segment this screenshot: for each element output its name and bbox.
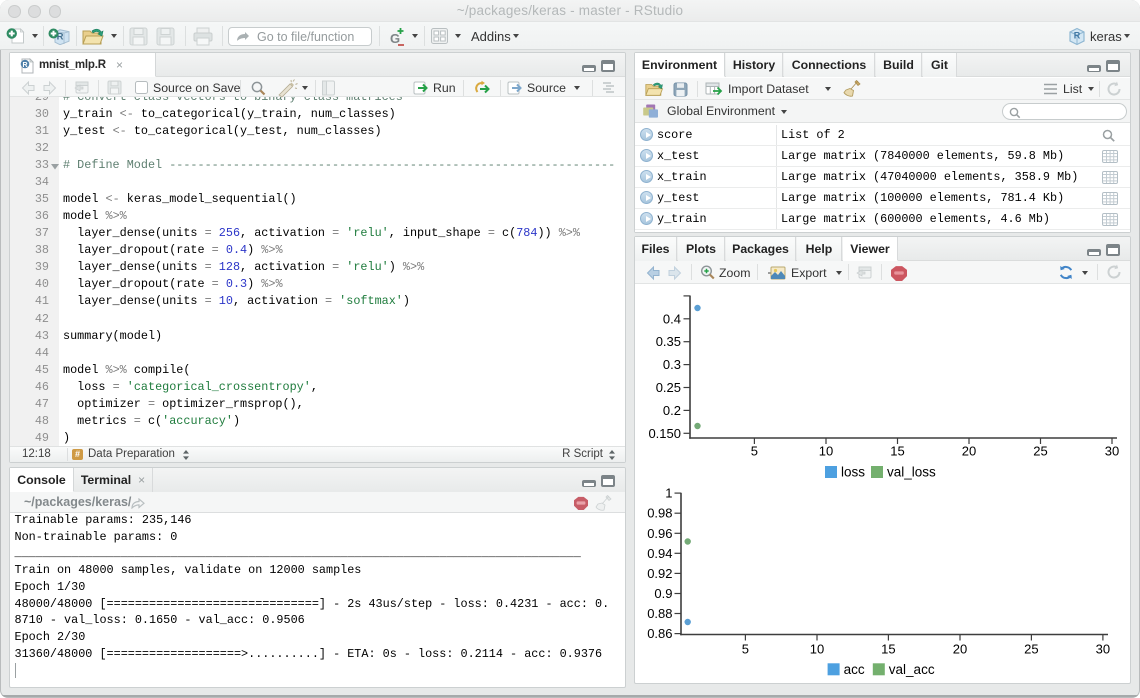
svg-text:10: 10 (819, 444, 833, 459)
svg-text:loss: loss (841, 465, 865, 480)
svg-text:5: 5 (751, 444, 758, 459)
svg-text:val_acc: val_acc (889, 662, 935, 677)
svg-text:0.25: 0.25 (656, 380, 681, 395)
svg-text:G: G (390, 31, 400, 46)
svg-text:25: 25 (1024, 641, 1038, 656)
svg-text:0.150: 0.150 (648, 426, 681, 441)
svg-text:0.98: 0.98 (647, 506, 672, 521)
svg-text:15: 15 (881, 641, 895, 656)
svg-text:acc: acc (844, 662, 865, 677)
svg-text:R: R (1074, 31, 1081, 41)
svg-text:20: 20 (953, 641, 967, 656)
svg-text:0.88: 0.88 (647, 606, 672, 621)
svg-text:5: 5 (742, 641, 749, 656)
svg-text:15: 15 (890, 444, 904, 459)
svg-text:R: R (22, 62, 27, 69)
svg-text:1: 1 (665, 486, 672, 501)
svg-text:0.2: 0.2 (663, 403, 681, 418)
svg-text:val_loss: val_loss (887, 465, 936, 480)
svg-text:25: 25 (1033, 444, 1047, 459)
svg-text:30: 30 (1105, 444, 1119, 459)
svg-text:0.86: 0.86 (647, 626, 672, 641)
svg-text:30: 30 (1096, 641, 1110, 656)
svg-text:10: 10 (810, 641, 824, 656)
svg-text:0.92: 0.92 (647, 566, 672, 581)
svg-text:20: 20 (962, 444, 976, 459)
svg-text:0.35: 0.35 (656, 334, 681, 349)
svg-text:0.96: 0.96 (647, 526, 672, 541)
svg-text:0.3: 0.3 (663, 357, 681, 372)
svg-text:0.4: 0.4 (663, 311, 681, 326)
svg-text:0.9: 0.9 (654, 586, 672, 601)
svg-text:0.94: 0.94 (647, 546, 672, 561)
